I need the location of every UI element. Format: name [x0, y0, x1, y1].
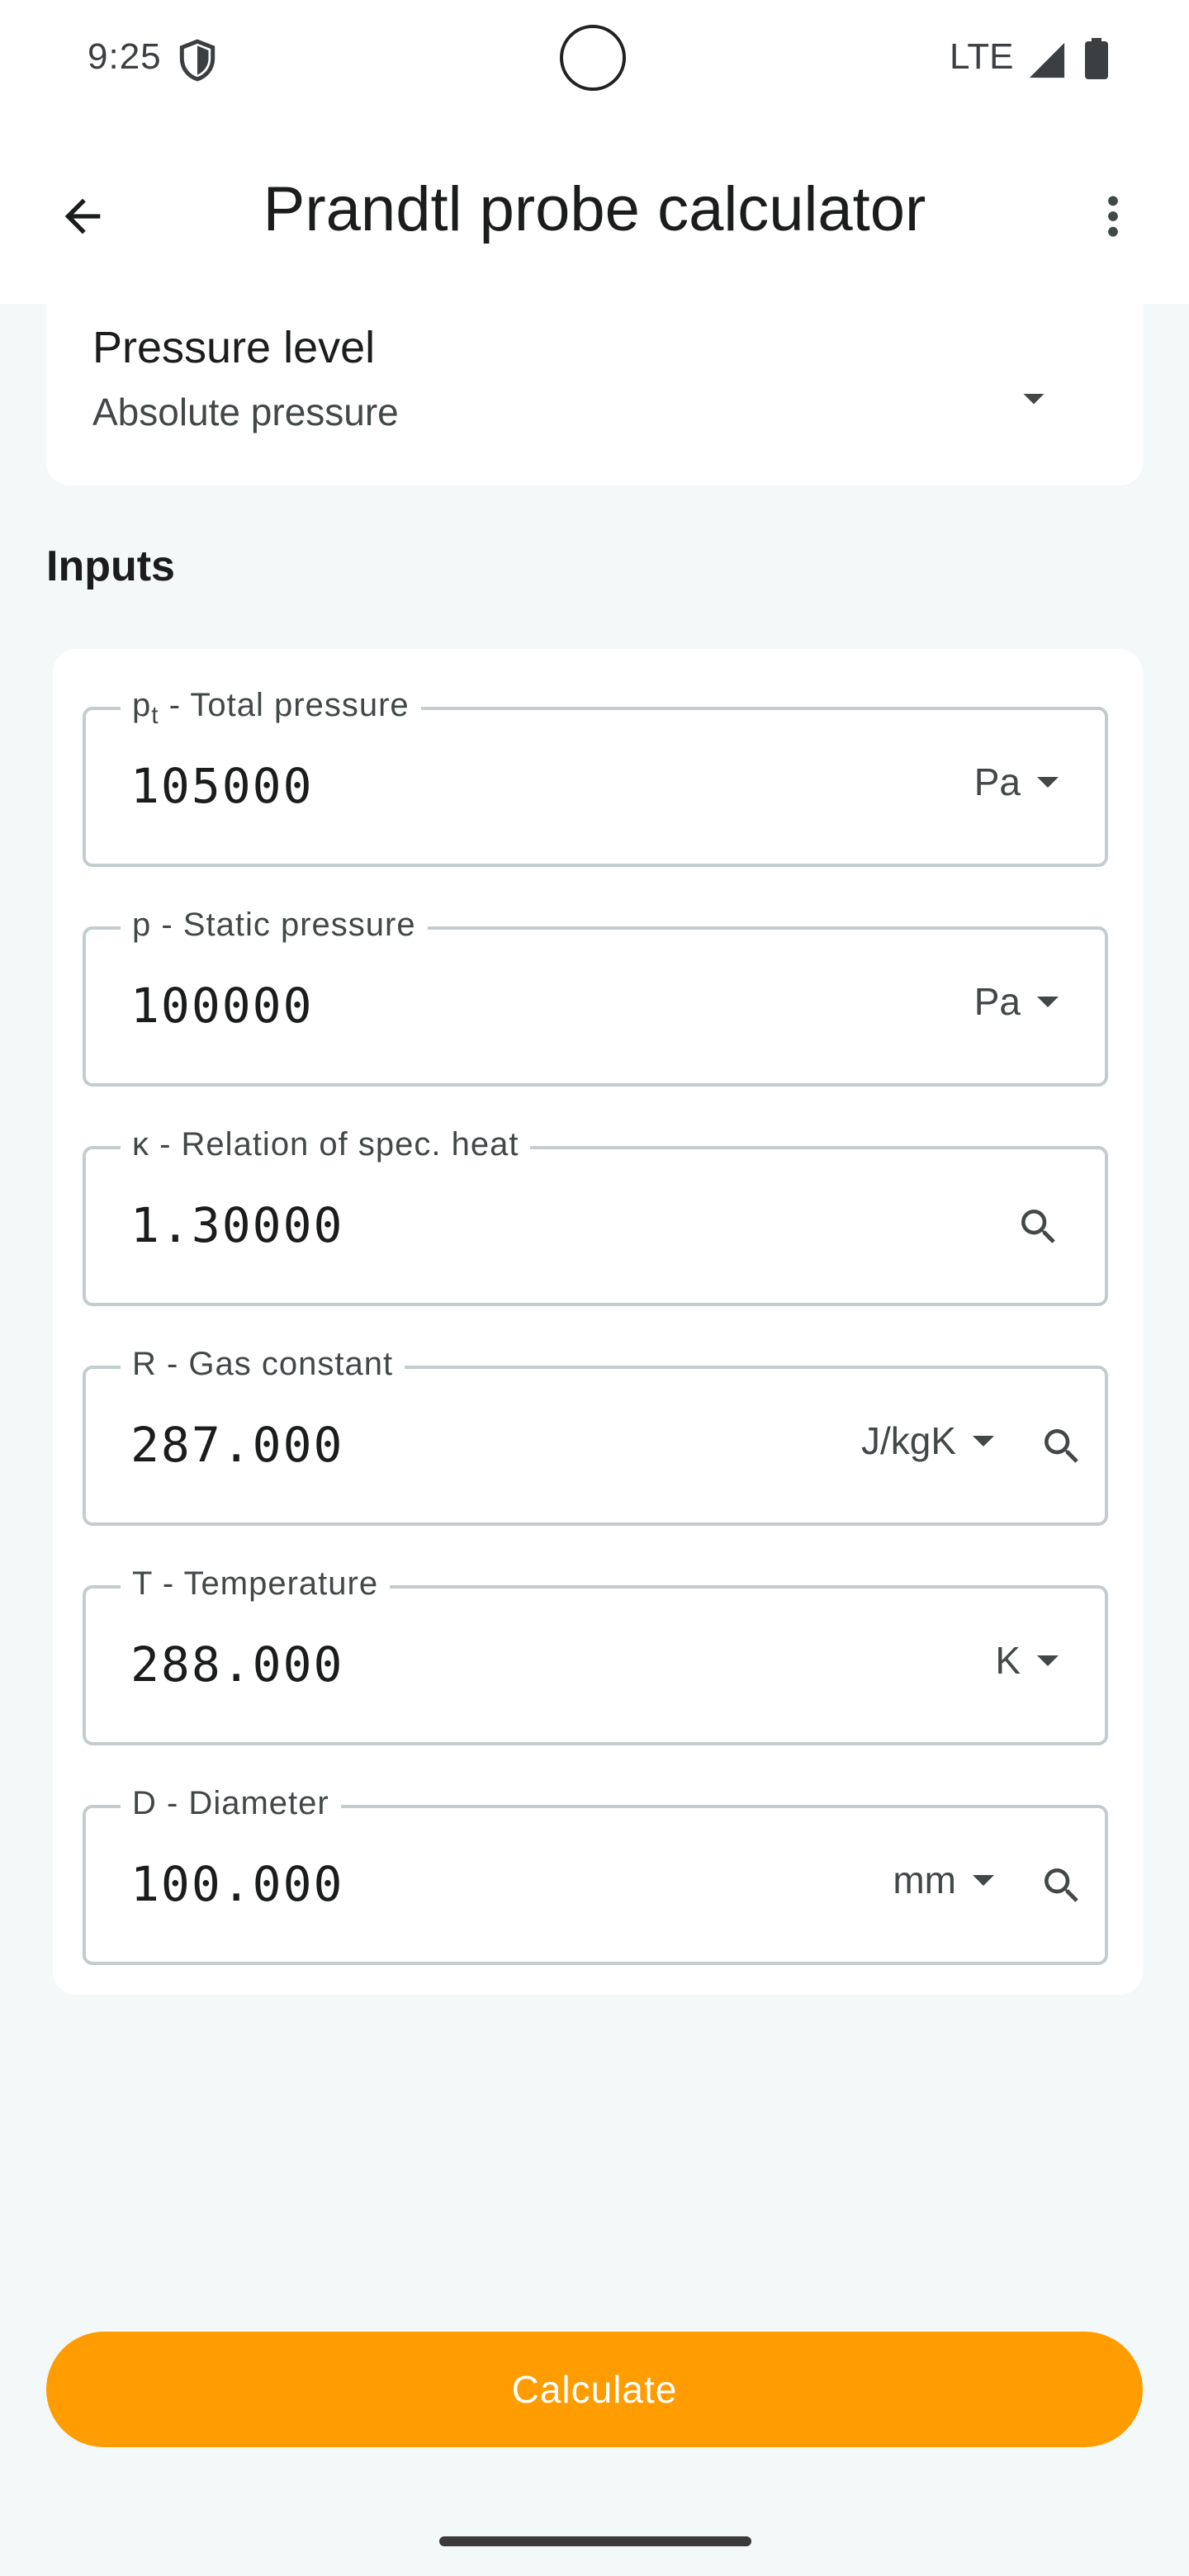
specific-heat-ratio-label: κ - Relation of spec. heat	[121, 1121, 531, 1167]
unit-label: K	[995, 1639, 1021, 1682]
front-camera-cutout	[560, 25, 626, 91]
unit-label: Pa	[973, 980, 1021, 1023]
home-indicator[interactable]	[439, 2536, 751, 2546]
inputs-card: pt - Total pressure 105000 Pa p - Static…	[53, 649, 1143, 1995]
temperature-label: T - Temperature	[121, 1560, 391, 1607]
pressure-level-label: Pressure level	[92, 323, 376, 372]
gas-constant-unit-dropdown[interactable]: J/kgK	[861, 1418, 994, 1463]
diameter-unit-dropdown[interactable]: mm	[893, 1858, 994, 1902]
dropdown-arrow-icon	[973, 1435, 994, 1447]
unit-label: J/kgK	[860, 1419, 956, 1462]
diameter-value[interactable]: 100.000	[130, 1856, 343, 1912]
total-pressure-unit-dropdown[interactable]: Pa	[974, 760, 1059, 804]
total-pressure-value[interactable]: 105000	[130, 758, 314, 814]
dropdown-arrow-icon	[1023, 394, 1045, 405]
dropdown-arrow-icon	[1037, 1655, 1059, 1666]
calculate-button[interactable]: Calculate	[46, 2332, 1143, 2447]
temperature-field[interactable]: T - Temperature 288.000 K	[83, 1560, 1108, 1745]
signal-icon	[1029, 42, 1065, 78]
network-type: LTE	[950, 36, 1014, 77]
static-pressure-value[interactable]: 100000	[130, 978, 314, 1034]
more-vert-icon	[1108, 196, 1118, 237]
search-icon	[1045, 1429, 1078, 1463]
dropdown-arrow-icon	[1037, 776, 1059, 788]
status-bar: 9:25 LTE	[0, 0, 1189, 124]
diameter-field[interactable]: D - Diameter 100.000 mm	[83, 1780, 1108, 1965]
temperature-unit-dropdown[interactable]: K	[995, 1638, 1059, 1683]
inputs-section-title: Inputs	[46, 542, 175, 590]
dropdown-arrow-icon	[973, 1874, 994, 1886]
diameter-label: D - Diameter	[121, 1780, 341, 1826]
static-pressure-field[interactable]: p - Static pressure 100000 Pa	[83, 902, 1108, 1087]
dropdown-arrow-icon	[1037, 996, 1059, 1007]
unit-label: Pa	[973, 760, 1021, 803]
gas-constant-label: R - Gas constant	[121, 1341, 405, 1387]
diameter-search-button[interactable]	[1030, 1854, 1093, 1917]
pressure-level-dropdown[interactable]: Pressure level Absolute pressure	[46, 304, 1143, 485]
static-pressure-unit-dropdown[interactable]: Pa	[974, 979, 1059, 1024]
search-icon	[1045, 1868, 1078, 1902]
status-time: 9:25	[88, 36, 162, 77]
temperature-value[interactable]: 288.000	[130, 1636, 343, 1693]
shield-icon	[179, 39, 216, 82]
page-title: Prandtl probe calculator	[263, 174, 926, 244]
gas-constant-value[interactable]: 287.000	[130, 1417, 343, 1473]
total-pressure-field[interactable]: pt - Total pressure 105000 Pa	[83, 682, 1108, 867]
specific-heat-ratio-value[interactable]: 1.30000	[130, 1197, 343, 1253]
battery-icon	[1085, 38, 1108, 79]
app-bar: Prandtl probe calculator	[0, 124, 1189, 304]
search-icon	[1021, 1210, 1055, 1243]
more-options-button[interactable]	[1073, 177, 1153, 256]
specific-heat-search-button[interactable]	[1007, 1196, 1070, 1258]
pressure-level-value: Absolute pressure	[92, 391, 399, 433]
total-pressure-label: pt - Total pressure	[121, 682, 421, 739]
gas-constant-field[interactable]: R - Gas constant 287.000 J/kgK	[83, 1341, 1108, 1526]
static-pressure-label: p - Static pressure	[121, 902, 428, 948]
unit-label: mm	[893, 1859, 956, 1901]
gas-constant-search-button[interactable]	[1030, 1415, 1093, 1478]
specific-heat-ratio-field[interactable]: κ - Relation of spec. heat 1.30000	[83, 1121, 1108, 1306]
